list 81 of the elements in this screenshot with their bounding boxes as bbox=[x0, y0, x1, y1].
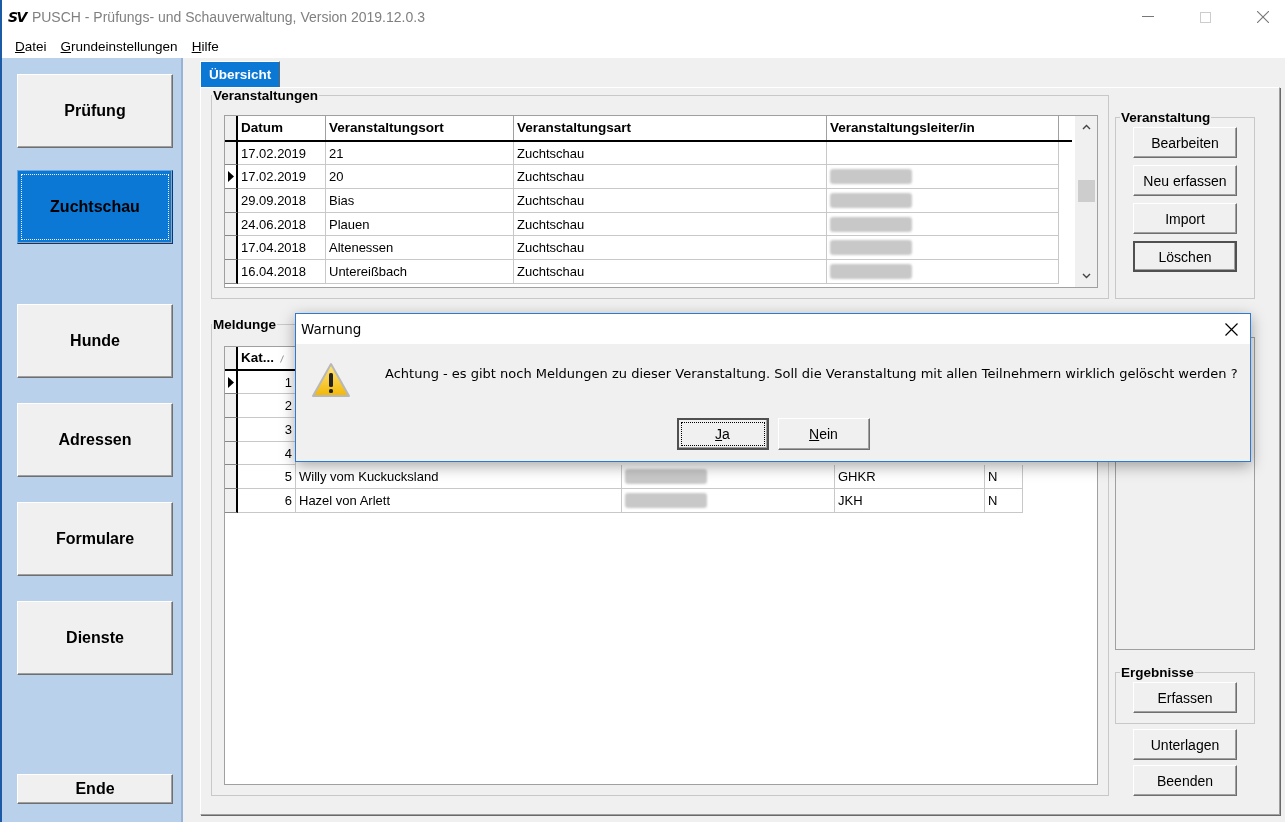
action-button[interactable]: Löschen bbox=[1133, 241, 1237, 272]
sort-icon bbox=[280, 355, 284, 363]
action-button[interactable]: Import bbox=[1133, 203, 1237, 234]
minimize-icon[interactable] bbox=[1142, 16, 1154, 18]
nav-button[interactable]: Formulare bbox=[17, 502, 173, 576]
group-title: Ergebnisse bbox=[1120, 665, 1195, 680]
row-indicator[interactable] bbox=[225, 418, 238, 442]
action-button[interactable]: Neu erfassen bbox=[1133, 165, 1237, 196]
row-indicator[interactable] bbox=[225, 189, 238, 213]
dialog-title: Warnung bbox=[301, 321, 362, 337]
nav-button[interactable]: Ende bbox=[17, 774, 173, 804]
scroll-down-icon[interactable] bbox=[1081, 273, 1091, 279]
group-title: Meldunge bbox=[212, 317, 277, 332]
table-cell: Zuchtschau bbox=[514, 189, 827, 213]
table-cell: N bbox=[985, 465, 1023, 490]
action-button[interactable]: Erfassen bbox=[1133, 682, 1237, 713]
table-cell: JKH bbox=[835, 489, 985, 513]
current-row-icon bbox=[227, 171, 234, 183]
nav-button[interactable]: Dienste bbox=[17, 601, 173, 675]
menu-item[interactable]: Hilfe bbox=[184, 38, 226, 54]
scrollbar[interactable] bbox=[1075, 116, 1097, 287]
scroll-up-icon[interactable] bbox=[1081, 124, 1091, 130]
table-cell: 29.09.2018 bbox=[238, 189, 326, 213]
warning-icon bbox=[311, 362, 351, 398]
menu-item[interactable]: Grundeinstellungen bbox=[53, 38, 185, 54]
scroll-thumb[interactable] bbox=[1077, 180, 1095, 202]
table-cell: 20 bbox=[326, 165, 514, 190]
table-cell: Zuchtschau bbox=[514, 165, 827, 190]
window-title: PUSCH - Prüfungs- und Schauverwaltung, Version 2019.12.0.3 bbox=[31, 9, 425, 25]
column-header[interactable]: Veranstaltungsort bbox=[326, 116, 514, 140]
row-indicator[interactable] bbox=[225, 441, 238, 466]
table-cell: Zuchtschau bbox=[514, 260, 827, 284]
table-cell: 6 bbox=[238, 489, 296, 513]
tab[interactable]: Übersicht bbox=[200, 61, 281, 87]
app-logo: SV bbox=[8, 9, 26, 25]
group-title: Veranstaltung bbox=[1120, 110, 1212, 125]
table-cell: Zuchtschau bbox=[514, 236, 827, 261]
row-indicator[interactable] bbox=[225, 489, 238, 513]
table-cell: 21 bbox=[326, 141, 514, 166]
action-button[interactable]: Unterlagen bbox=[1133, 729, 1237, 760]
dialog-button[interactable]: Ja bbox=[676, 418, 769, 450]
row-indicator[interactable] bbox=[225, 212, 238, 237]
table-cell: Hazel von Arlett bbox=[296, 489, 622, 513]
table-cell: 16.04.2018 bbox=[238, 260, 326, 284]
table-cell: 24.06.2018 bbox=[238, 212, 326, 237]
table-cell: 5 bbox=[238, 465, 296, 490]
nav-button[interactable]: Prüfung bbox=[17, 74, 173, 148]
table-cell: Bias bbox=[326, 189, 514, 213]
group-title: Veranstaltungen bbox=[212, 88, 320, 103]
column-header[interactable]: Veranstaltungsart bbox=[514, 116, 827, 140]
menu-item[interactable]: Datei bbox=[8, 38, 54, 54]
current-row-icon bbox=[227, 376, 234, 388]
row-indicator[interactable] bbox=[225, 394, 238, 419]
table-cell: Plauen bbox=[326, 212, 514, 237]
close-icon[interactable] bbox=[1225, 322, 1238, 336]
action-button[interactable]: Bearbeiten bbox=[1133, 127, 1237, 158]
nav-button[interactable]: Adressen bbox=[17, 403, 173, 477]
table-cell: Willy vom Kuckucksland bbox=[296, 465, 622, 490]
row-indicator[interactable] bbox=[225, 370, 238, 395]
table-cell: Untereißbach bbox=[326, 260, 514, 284]
action-button[interactable]: Beenden bbox=[1133, 765, 1237, 796]
table-cell: 17.04.2018 bbox=[238, 236, 326, 261]
row-indicator[interactable] bbox=[225, 260, 238, 284]
row-indicator[interactable] bbox=[225, 465, 238, 490]
column-header[interactable]: Veranstaltungsleiter/in bbox=[827, 116, 1059, 140]
row-indicator[interactable] bbox=[225, 165, 238, 190]
row-indicator[interactable] bbox=[225, 236, 238, 261]
dialog-button[interactable]: Nein bbox=[777, 418, 870, 450]
nav-button[interactable]: Zuchtschau bbox=[17, 170, 173, 244]
row-indicator[interactable] bbox=[225, 141, 238, 166]
table-cell: N bbox=[985, 489, 1023, 513]
header-corner-cell bbox=[225, 347, 238, 371]
table-cell: Zuchtschau bbox=[514, 141, 827, 166]
table-cell: 17.02.2019 bbox=[238, 165, 326, 190]
table-cell: Zuchtschau bbox=[514, 212, 827, 237]
column-header[interactable]: Datum bbox=[238, 116, 326, 140]
table-cell: Altenessen bbox=[326, 236, 514, 261]
table-cell: GHKR bbox=[835, 465, 985, 490]
dialog-message: Achtung - es gibt noch Meldungen zu dieser Veranstaltung. Soll die Veranstaltung mit allen Teilnehmern wirklich gelöscht werden ? bbox=[385, 366, 1238, 381]
table-cell: 17.02.2019 bbox=[238, 141, 326, 166]
nav-button[interactable]: Hunde bbox=[17, 304, 173, 378]
